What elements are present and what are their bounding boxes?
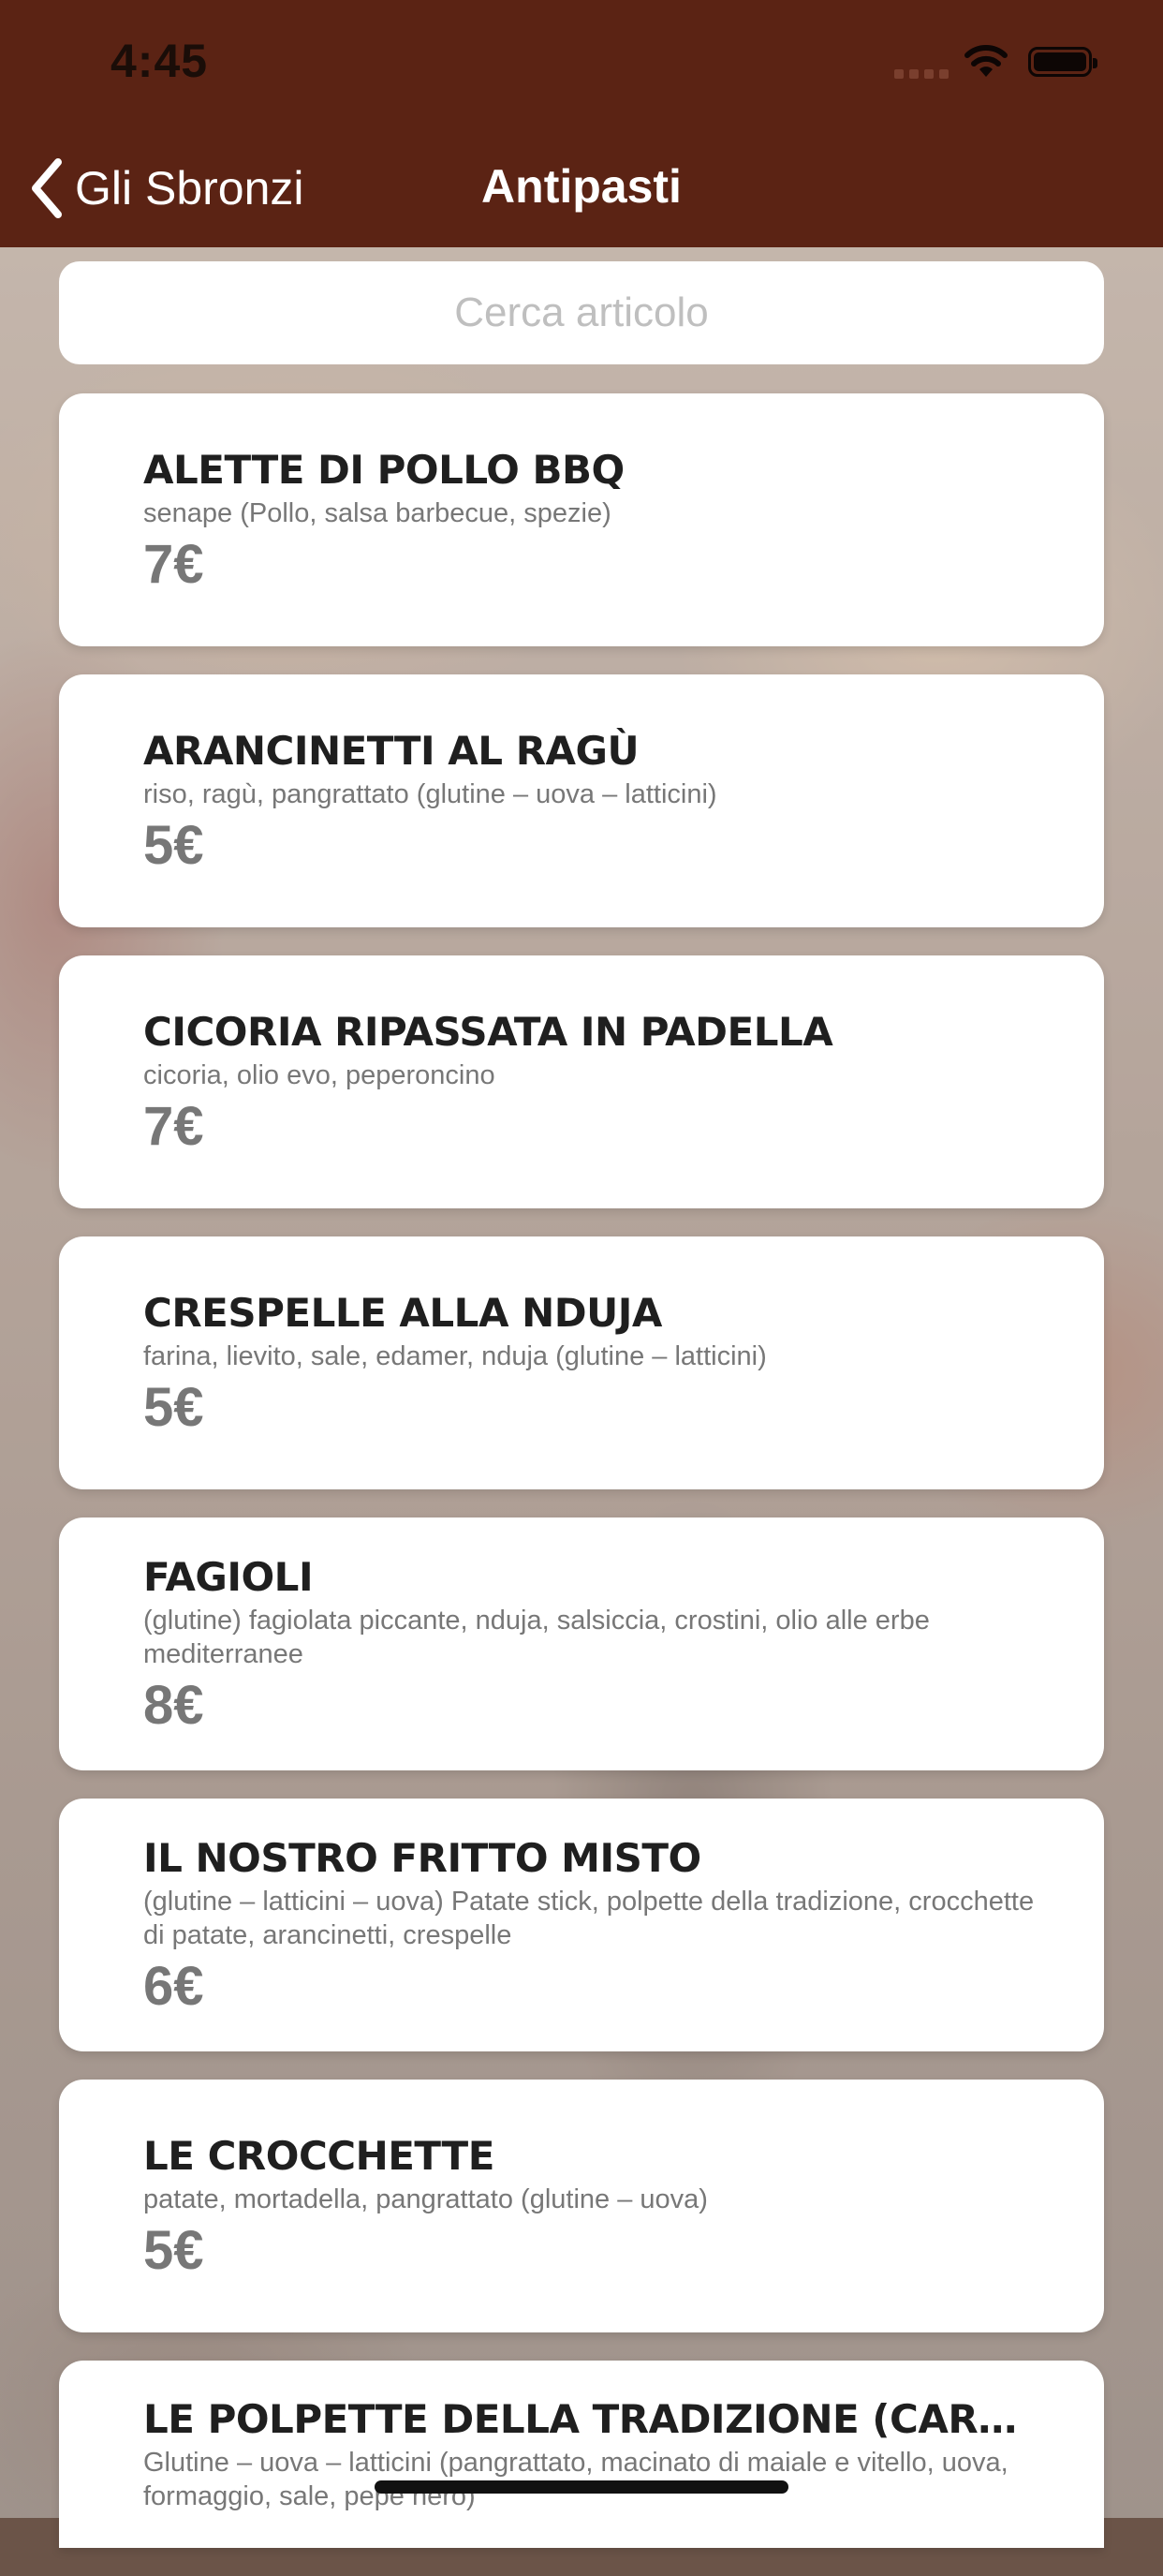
item-price: 7€ — [143, 533, 204, 595]
menu-item-list: ALETTE DI POLLO BBQ senape (Pollo, salsa… — [59, 393, 1104, 2576]
item-name: CICORIA RIPASSATA IN PADELLA — [143, 1008, 833, 1055]
menu-item-card[interactable]: CRESPELLE ALLA NDUJA farina, lievito, sa… — [59, 1236, 1104, 1489]
item-price: 6€ — [143, 1955, 204, 2017]
item-description: Glutine – uova – latticini (pangrattato,… — [143, 2448, 1008, 2511]
navigation-bar: Gli Sbronzi Antipasti — [0, 131, 1163, 247]
item-name: CRESPELLE ALLA NDUJA — [143, 1289, 662, 1336]
menu-item-card[interactable]: ARANCINETTI AL RAGÙ riso, ragù, pangratt… — [59, 674, 1104, 927]
item-description: patate, mortadella, pangrattato (glutine… — [143, 2184, 708, 2214]
wifi-icon — [963, 41, 1009, 83]
item-name: ARANCINETTI AL RAGÙ — [143, 727, 640, 774]
search-input[interactable] — [59, 289, 1104, 337]
item-description: cicoria, olio evo, peperoncino — [143, 1059, 495, 1090]
menu-item-card[interactable]: ALETTE DI POLLO BBQ senape (Pollo, salsa… — [59, 393, 1104, 646]
menu-item-card[interactable]: IL NOSTRO FRITTO MISTO (glutine – lattic… — [59, 1799, 1104, 2051]
menu-item-card[interactable]: FAGIOLI (glutine) fagiolata piccante, nd… — [59, 1517, 1104, 1770]
item-price: 8€ — [143, 1674, 204, 1736]
page-title: Antipasti — [481, 160, 682, 213]
item-name: IL NOSTRO FRITTO MISTO — [143, 1834, 701, 1881]
item-price: 5€ — [143, 814, 204, 876]
item-name: FAGIOLI — [143, 1553, 314, 1600]
item-name: LE POLPETTE DELLA TRADIZIONE (CARNE E... — [143, 2396, 1038, 2442]
cellular-signal-icon — [894, 69, 949, 79]
menu-item-card[interactable]: LE CROCCHETTE patate, mortadella, pangra… — [59, 2080, 1104, 2332]
status-bar: 4:45 — [0, 0, 1163, 131]
item-name: LE CROCCHETTE — [143, 2132, 494, 2179]
item-description: (glutine) fagiolata piccante, nduja, sal… — [143, 1605, 930, 1669]
item-price: 5€ — [143, 2219, 204, 2281]
item-description: riso, ragù, pangrattato (glutine – uova … — [143, 778, 717, 809]
item-price: 7€ — [143, 1095, 204, 1157]
menu-item-card[interactable]: CICORIA RIPASSATA IN PADELLA cicoria, ol… — [59, 955, 1104, 1208]
battery-icon — [1028, 47, 1097, 77]
home-indicator — [375, 2480, 788, 2494]
status-time: 4:45 — [110, 35, 209, 87]
search-bar[interactable] — [59, 261, 1104, 364]
item-price: 5€ — [143, 1376, 204, 1438]
item-description: (glutine – latticini – uova) Patate stic… — [143, 1886, 1035, 1950]
item-description: farina, lievito, sale, edamer, nduja (gl… — [143, 1340, 767, 1371]
item-name: ALETTE DI POLLO BBQ — [143, 446, 625, 493]
menu-item-card[interactable]: LE POLPETTE DELLA TRADIZIONE (CARNE E...… — [59, 2361, 1104, 2548]
item-description: senape (Pollo, salsa barbecue, spezie) — [143, 497, 611, 528]
